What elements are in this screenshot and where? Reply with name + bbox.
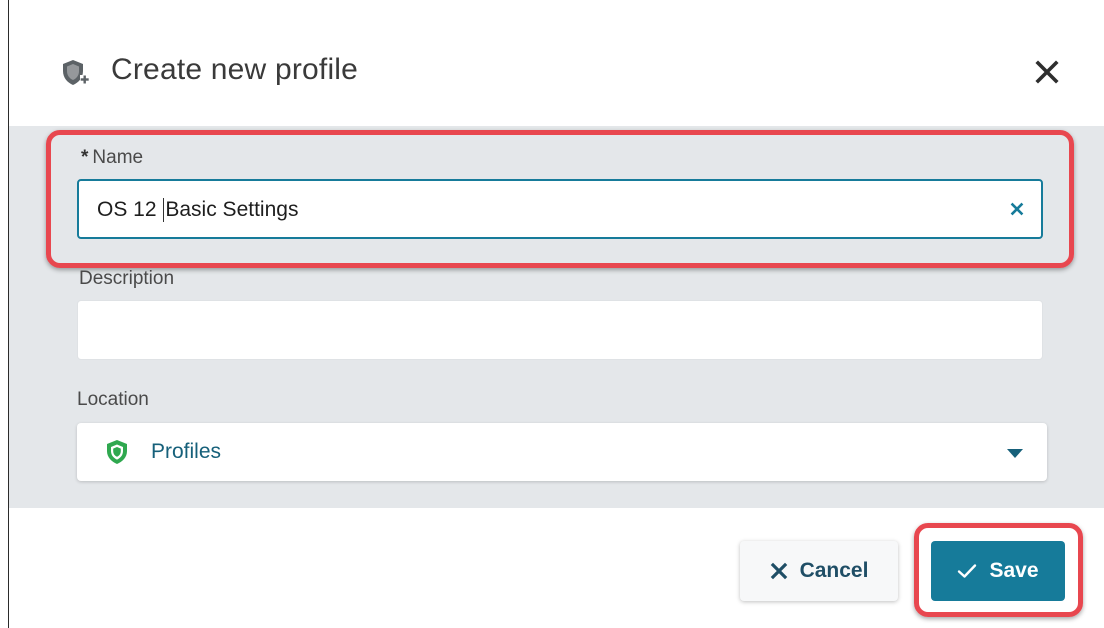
name-field-highlight xyxy=(46,130,1074,268)
dialog: Create new profile * Name OS 12 Basic Set… xyxy=(8,0,1104,628)
cancel-button[interactable]: Cancel xyxy=(740,541,898,601)
save-button-highlight xyxy=(914,523,1083,617)
location-value: Profiles xyxy=(151,440,222,463)
dialog-title: Create new profile xyxy=(111,53,359,86)
location-select[interactable]: Profiles xyxy=(77,423,1047,481)
dialog-header: Create new profile xyxy=(9,0,1104,126)
x-icon xyxy=(770,562,787,580)
shield-plus-icon xyxy=(63,60,89,85)
caret-down-icon[interactable] xyxy=(1007,449,1023,458)
close-icon[interactable] xyxy=(1033,58,1061,86)
description-label: Description xyxy=(79,268,175,289)
green-shield-icon xyxy=(107,440,127,464)
cancel-label: Cancel xyxy=(799,559,869,582)
description-input[interactable] xyxy=(77,300,1043,360)
location-label: Location xyxy=(77,389,149,410)
